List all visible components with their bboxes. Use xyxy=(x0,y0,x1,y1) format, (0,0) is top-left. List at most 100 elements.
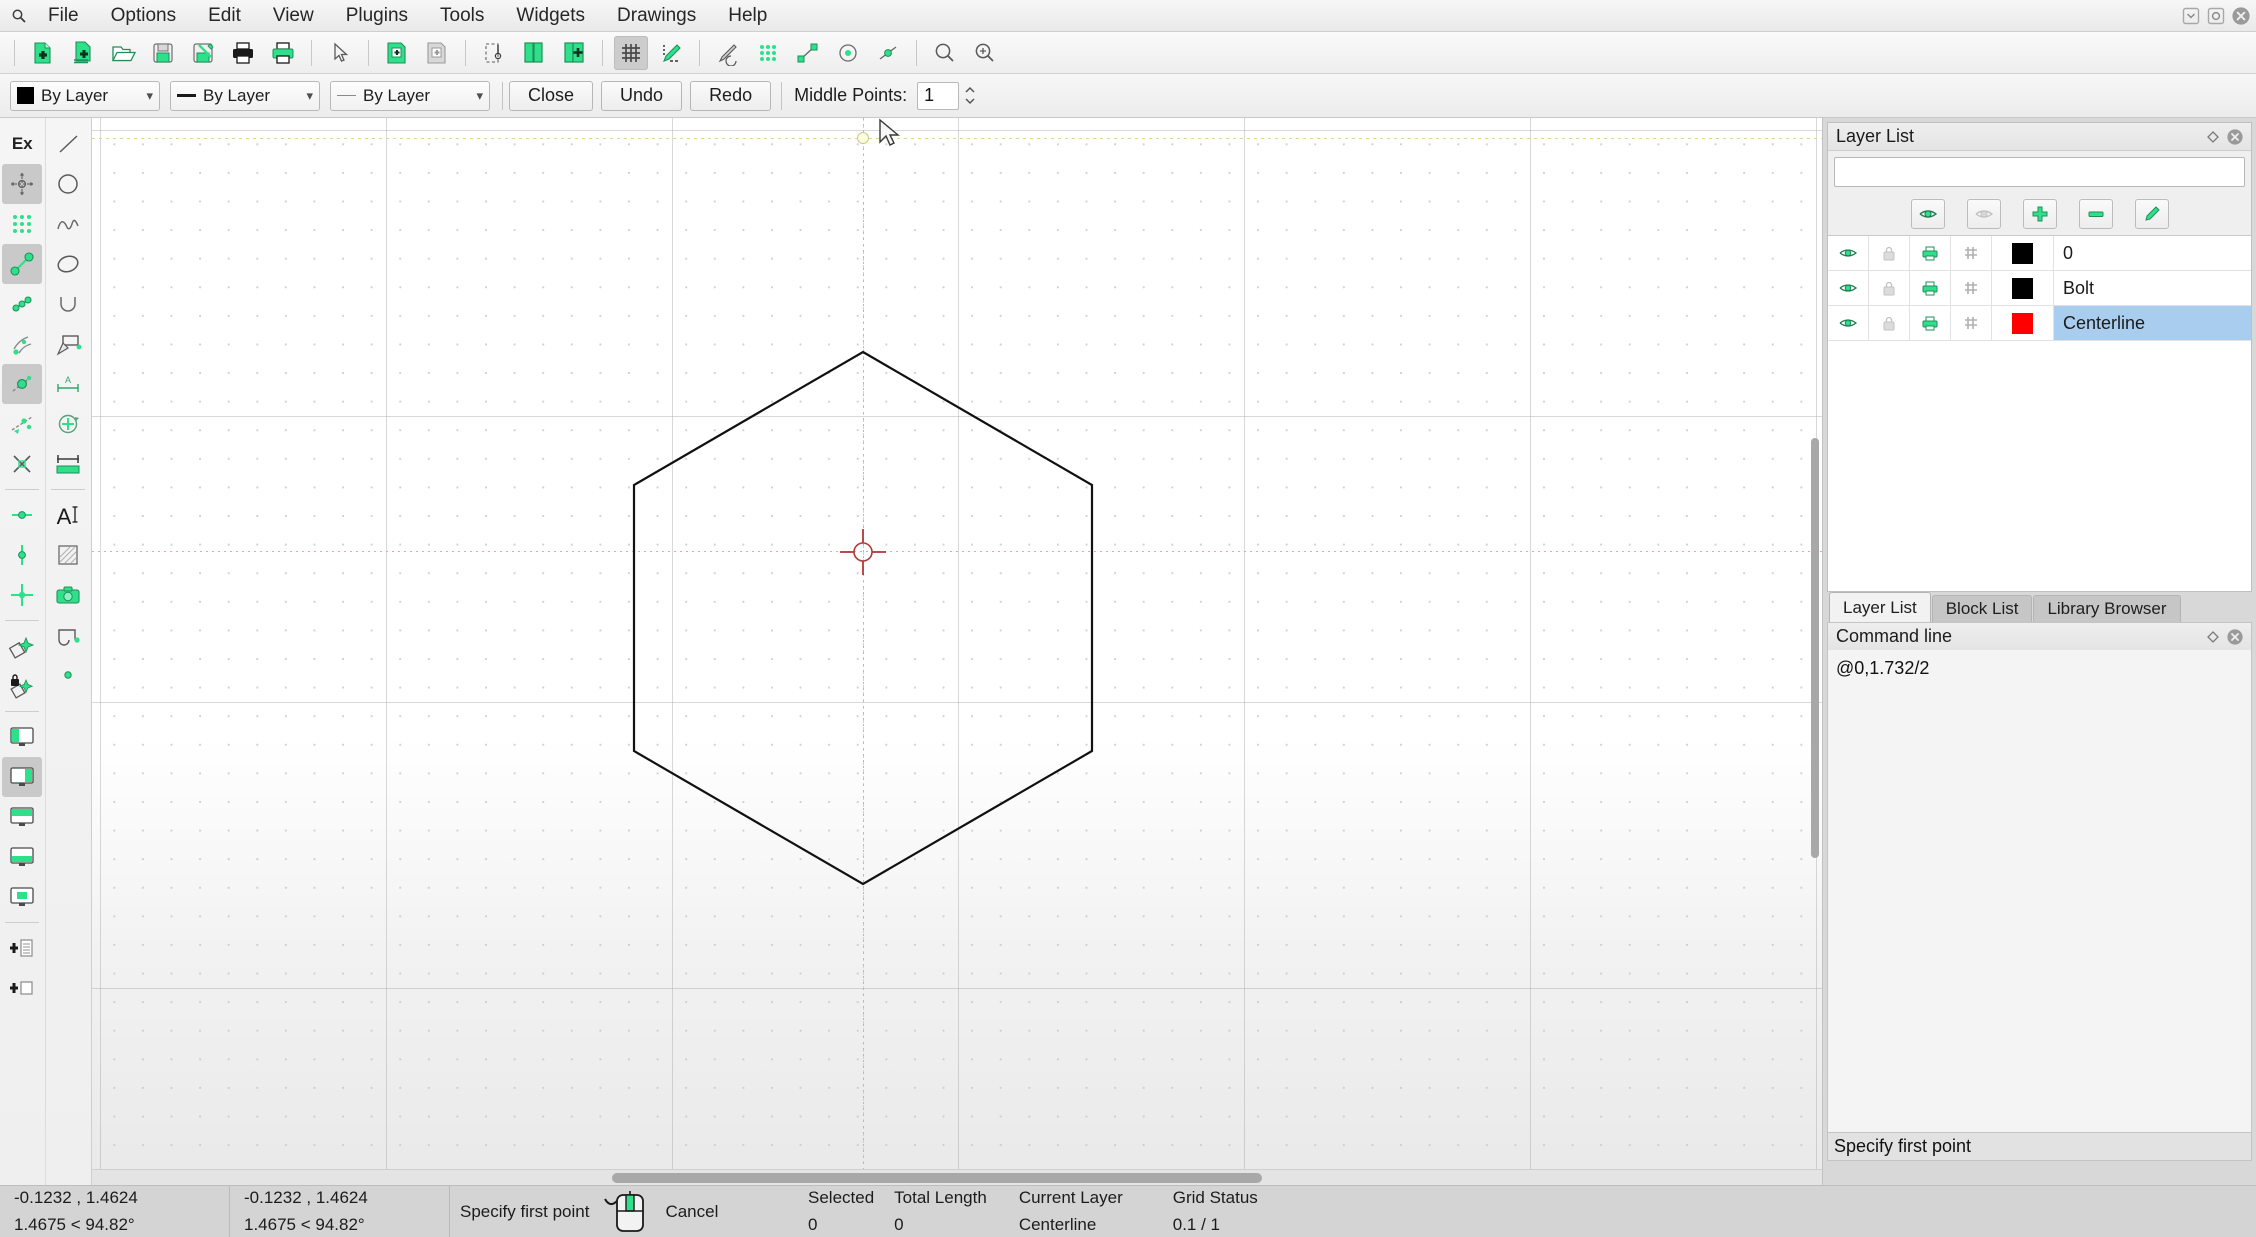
close-button[interactable] xyxy=(2230,6,2252,26)
remove-layer-button[interactable] xyxy=(2079,199,2113,229)
drawing-canvas[interactable] xyxy=(92,118,1822,1185)
menu-file[interactable]: File xyxy=(32,0,95,31)
snap-free-button[interactable] xyxy=(711,36,745,70)
horizontal-scroll-thumb[interactable] xyxy=(612,1173,1262,1183)
minimize-button[interactable] xyxy=(2180,6,2202,26)
tool-draw-circle[interactable] xyxy=(48,164,88,204)
tool-snap-on-entity[interactable] xyxy=(2,284,42,324)
layer-name[interactable]: Bolt xyxy=(2054,271,2251,305)
layer-print-toggle[interactable] xyxy=(1910,236,1951,270)
float-diamond-icon[interactable] xyxy=(2203,627,2223,647)
new-file-button[interactable] xyxy=(26,36,60,70)
close-circle-icon[interactable] xyxy=(2225,127,2245,147)
tool-snap-distance[interactable] xyxy=(2,404,42,444)
hide-all-layers-button[interactable] xyxy=(1967,199,2001,229)
command-input[interactable] xyxy=(1827,1161,2252,1185)
layer-filter-input[interactable] xyxy=(1834,157,2245,187)
layer-visible-toggle[interactable] xyxy=(1828,236,1869,270)
tool-draw-arc[interactable] xyxy=(48,284,88,324)
edit-layer-button[interactable] xyxy=(2135,199,2169,229)
open-folder-button[interactable] xyxy=(106,36,140,70)
float-diamond-icon[interactable] xyxy=(2203,127,2223,147)
tool-restrict-nothing[interactable] xyxy=(2,575,42,615)
tool-restrict-vertical[interactable] xyxy=(2,535,42,575)
layer-color-swatch[interactable] xyxy=(1992,306,2054,340)
show-all-layers-button[interactable] xyxy=(1911,199,1945,229)
layer-name[interactable]: 0 xyxy=(2054,236,2251,270)
tool-image[interactable] xyxy=(48,575,88,615)
tool-draw-spline[interactable] xyxy=(48,204,88,244)
select-pointer-button[interactable] xyxy=(323,36,357,70)
tool-point[interactable] xyxy=(48,655,88,695)
tool-dimension-linear[interactable] xyxy=(48,444,88,484)
table-row[interactable]: Centerline xyxy=(1828,306,2251,341)
pen-color-combo[interactable]: By Layer ▾ xyxy=(10,81,160,111)
tool-dimension-aligned[interactable]: A xyxy=(48,364,88,404)
tool-rotate[interactable] xyxy=(48,404,88,444)
tool-draw-ellipse[interactable] xyxy=(48,244,88,284)
tool-polyline[interactable] xyxy=(48,615,88,655)
toggle-grid-button[interactable] xyxy=(614,36,648,70)
undo-segment-button[interactable]: Undo xyxy=(601,81,682,111)
print-preview-button[interactable] xyxy=(266,36,300,70)
vertical-scroll-thumb[interactable] xyxy=(1811,438,1819,858)
pen-linetype-combo[interactable]: By Layer ▾ xyxy=(330,81,490,111)
close-circle-icon[interactable] xyxy=(2225,627,2245,647)
save-as-button[interactable] xyxy=(186,36,220,70)
add-layer-button[interactable] xyxy=(2023,199,2057,229)
redo-page-button[interactable] xyxy=(420,36,454,70)
close-polyline-button[interactable]: Close xyxy=(509,81,593,111)
layer-color-swatch[interactable] xyxy=(1992,271,2054,305)
middle-points-stepper[interactable] xyxy=(963,86,977,105)
menu-help[interactable]: Help xyxy=(712,0,783,31)
menu-tools[interactable]: Tools xyxy=(424,0,500,31)
menu-plugins[interactable]: Plugins xyxy=(330,0,424,31)
layer-print-toggle[interactable] xyxy=(1910,271,1951,305)
layer-name[interactable]: Centerline xyxy=(2054,306,2251,340)
tool-text[interactable]: A xyxy=(48,495,88,535)
tool-snap-extension-label[interactable]: Ex xyxy=(2,124,42,164)
view-bottom-button[interactable] xyxy=(2,837,42,877)
menu-options[interactable]: Options xyxy=(95,0,192,31)
tool-snap-free[interactable] xyxy=(2,164,42,204)
view-right-button[interactable] xyxy=(2,757,42,797)
add-layer-list-button[interactable] xyxy=(2,928,42,968)
snap-grid-button[interactable] xyxy=(751,36,785,70)
copy-pages-button[interactable] xyxy=(517,36,551,70)
pen-width-combo[interactable]: By Layer ▾ xyxy=(170,81,320,111)
view-top-button[interactable] xyxy=(2,797,42,837)
tool-restrict-horizontal[interactable] xyxy=(2,495,42,535)
print-button[interactable] xyxy=(226,36,260,70)
redo-segment-button[interactable]: Redo xyxy=(690,81,771,111)
layer-print-toggle[interactable] xyxy=(1910,306,1951,340)
tool-modify-select[interactable] xyxy=(48,324,88,364)
tool-snap-center[interactable] xyxy=(2,324,42,364)
snap-endpoint-button[interactable] xyxy=(791,36,825,70)
layer-visible-toggle[interactable] xyxy=(1828,306,1869,340)
undo-page-button[interactable] xyxy=(380,36,414,70)
tool-snap-grid[interactable] xyxy=(2,204,42,244)
menu-edit[interactable]: Edit xyxy=(192,0,257,31)
drawing-canvas-area[interactable] xyxy=(92,118,1822,1185)
tab-block-list[interactable]: Block List xyxy=(1932,595,2033,622)
layer-construction-toggle[interactable] xyxy=(1951,236,1992,270)
tab-library-browser[interactable]: Library Browser xyxy=(2033,595,2180,622)
tool-snap-middle[interactable] xyxy=(2,364,42,404)
layer-visible-toggle[interactable] xyxy=(1828,271,1869,305)
layer-lock-toggle[interactable] xyxy=(1869,306,1910,340)
horizontal-scrollbar[interactable] xyxy=(92,1169,1822,1185)
tool-draw-line[interactable] xyxy=(48,124,88,164)
zoom-auto-button[interactable] xyxy=(968,36,1002,70)
layer-color-swatch[interactable] xyxy=(1992,236,2054,270)
view-center-button[interactable] xyxy=(2,877,42,917)
snap-middle-button[interactable] xyxy=(871,36,905,70)
maximize-button[interactable] xyxy=(2205,6,2227,26)
tool-lock-relative-zero[interactable] xyxy=(2,666,42,706)
vertical-scrollbar[interactable] xyxy=(1808,118,1822,1169)
menu-widgets[interactable]: Widgets xyxy=(500,0,601,31)
new-from-template-button[interactable] xyxy=(66,36,100,70)
menu-drawings[interactable]: Drawings xyxy=(601,0,712,31)
save-button[interactable] xyxy=(146,36,180,70)
draw-order-button[interactable] xyxy=(654,36,688,70)
table-row[interactable]: Bolt xyxy=(1828,271,2251,306)
